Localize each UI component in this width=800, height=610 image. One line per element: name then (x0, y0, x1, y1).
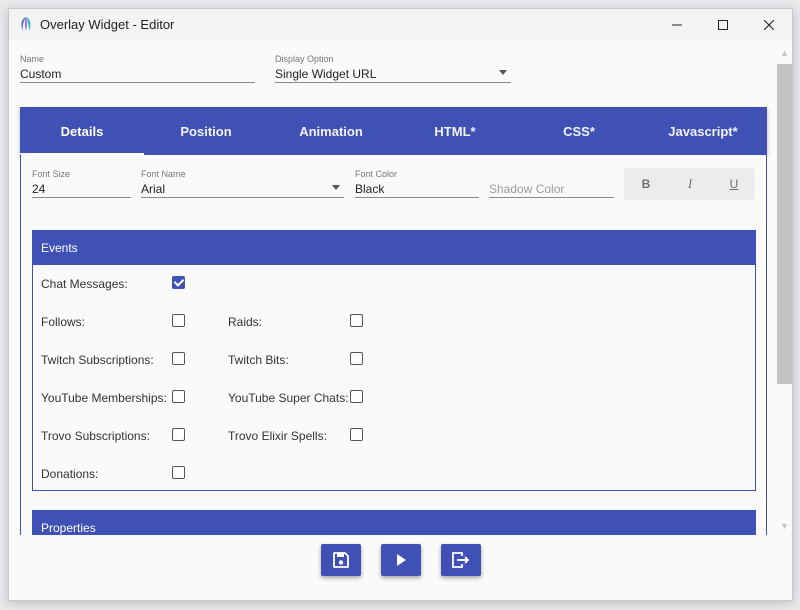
font-color-field[interactable]: Font Color Black (355, 169, 479, 198)
app-logo-icon (21, 17, 31, 31)
preview-button[interactable] (381, 544, 421, 576)
editor-window: Overlay Widget - Editor Name Custom Disp… (8, 8, 793, 601)
minimize-button[interactable] (654, 9, 700, 40)
tab-javascript[interactable]: Javascript* (641, 107, 765, 155)
event-label-donations: Donations: (41, 467, 99, 481)
chevron-down-icon (499, 70, 507, 75)
checkbox-trovo-elixir-spells[interactable] (350, 428, 363, 441)
event-label-follows: Follows: (41, 315, 86, 329)
display-option-value[interactable]: Single Widget URL (275, 65, 511, 83)
font-size-input[interactable]: 24 (32, 180, 131, 198)
underline-toggle[interactable]: U (724, 175, 744, 193)
event-label-youtube-memberships: YouTube Memberships: (41, 391, 167, 405)
scroll-up-icon[interactable]: ▲ (780, 48, 789, 58)
event-label-twitch-bits: Twitch Bits: (228, 353, 289, 367)
save-button[interactable] (321, 544, 361, 576)
event-label-chat-messages: Chat Messages: (41, 277, 128, 291)
bold-toggle[interactable]: B (636, 175, 656, 193)
italic-toggle[interactable]: I (680, 175, 700, 193)
font-name-label: Font Name (141, 169, 186, 179)
properties-card: Properties (32, 510, 756, 535)
font-size-label: Font Size (32, 169, 71, 179)
font-name-value[interactable]: Arial (141, 180, 344, 198)
tab-animation-label: Animation (299, 124, 363, 139)
maximize-button[interactable] (700, 9, 746, 40)
tab-details[interactable]: Details (20, 107, 144, 155)
checkbox-youtube-memberships[interactable] (172, 390, 185, 403)
scrollbar-thumb[interactable] (777, 64, 792, 384)
tab-bar: Details Position Animation HTML* CSS* Ja… (20, 107, 767, 155)
checkbox-twitch-bits[interactable] (350, 352, 363, 365)
save-icon (333, 552, 349, 568)
checkbox-follows[interactable] (172, 314, 185, 327)
font-name-dropdown[interactable]: Font Name Arial (141, 169, 344, 198)
tab-position-label: Position (180, 124, 232, 139)
shadow-color-field[interactable]: Shadow Color (489, 169, 614, 198)
text-format-toggles: B I U (624, 168, 755, 200)
font-color-label: Font Color (355, 169, 398, 179)
event-label-trovo-subscriptions: Trovo Subscriptions: (41, 429, 150, 443)
name-input[interactable]: Custom (20, 65, 255, 83)
tab-animation[interactable]: Animation (269, 107, 393, 155)
checkbox-trovo-subscriptions[interactable] (172, 428, 185, 441)
name-field[interactable]: Name Custom (20, 54, 255, 83)
shadow-color-input[interactable]: Shadow Color (489, 180, 614, 198)
tab-position[interactable]: Position (144, 107, 268, 155)
maximize-icon (718, 19, 728, 30)
name-label: Name (20, 54, 45, 64)
exit-button[interactable] (441, 544, 481, 576)
events-card: Events Chat Messages: Follows: Raids: Tw… (32, 230, 756, 491)
tab-details-label: Details (60, 124, 104, 139)
close-icon (764, 19, 774, 30)
tab-html-label: HTML* (434, 124, 476, 139)
event-label-twitch-subscriptions: Twitch Subscriptions: (41, 353, 154, 367)
chevron-down-icon (332, 185, 340, 190)
vertical-scrollbar[interactable]: ▲ ▼ (776, 45, 792, 535)
display-option-dropdown[interactable]: Display Option Single Widget URL (275, 54, 511, 83)
checkbox-donations[interactable] (172, 466, 185, 479)
checkbox-youtube-super-chats[interactable] (350, 390, 363, 403)
checkbox-raids[interactable] (350, 314, 363, 327)
exit-icon (452, 552, 470, 568)
event-label-youtube-super-chats: YouTube Super Chats: (228, 391, 349, 405)
minimize-icon (672, 24, 682, 25)
scroll-down-icon[interactable]: ▼ (780, 521, 789, 531)
tab-css[interactable]: CSS* (517, 107, 641, 155)
tab-javascript-label: Javascript* (668, 124, 738, 139)
title-bar: Overlay Widget - Editor (9, 9, 792, 40)
checkbox-chat-messages[interactable] (172, 276, 185, 289)
display-option-label: Display Option (275, 54, 334, 64)
font-color-input[interactable]: Black (355, 180, 479, 198)
close-button[interactable] (746, 9, 792, 40)
tab-css-label: CSS* (563, 124, 595, 139)
window-title: Overlay Widget - Editor (40, 17, 175, 32)
details-panel: Font Size 24 Font Name Arial Font Color … (20, 155, 767, 535)
properties-header: Properties (33, 511, 755, 535)
events-header: Events (33, 231, 755, 265)
checkbox-twitch-subscriptions[interactable] (172, 352, 185, 365)
event-label-raids: Raids: (228, 315, 263, 329)
event-label-trovo-elixir-spells: Trovo Elixir Spells: (228, 429, 327, 443)
tab-html[interactable]: HTML* (393, 107, 517, 155)
font-size-field[interactable]: Font Size 24 (32, 169, 131, 198)
play-icon (397, 554, 406, 566)
